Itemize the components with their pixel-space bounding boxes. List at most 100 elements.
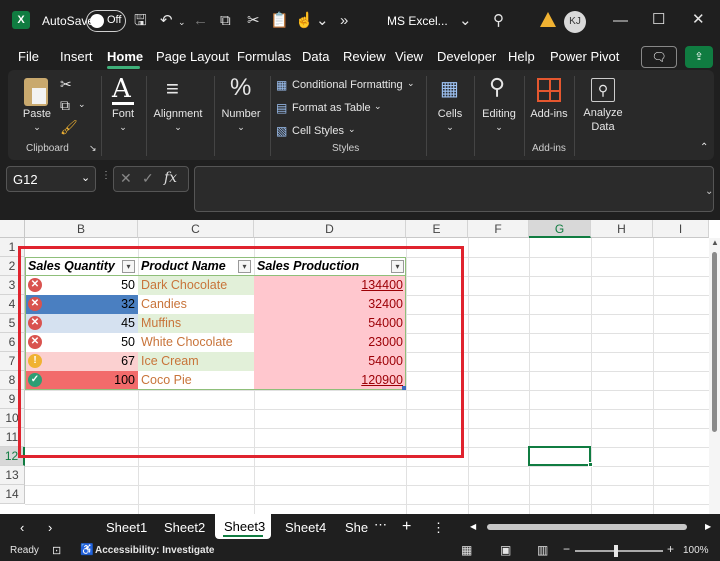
copy-ribbon-icon[interactable]: ⧉ <box>60 97 70 114</box>
addins-button[interactable]: Add-ins <box>528 74 570 136</box>
name-box-dropdown-icon[interactable]: ⌄ <box>81 171 90 184</box>
undo-icon[interactable]: ↶ <box>160 11 173 31</box>
font-icon: A <box>112 74 131 104</box>
copy-dropdown-icon[interactable]: ⌄ <box>78 99 86 110</box>
page-layout-view-icon[interactable]: ▣ <box>500 543 511 557</box>
menu-home[interactable]: Home <box>107 49 143 64</box>
sheet-tab-4[interactable]: Sheet4 <box>285 520 326 535</box>
zoom-out-icon[interactable]: − <box>563 542 570 556</box>
name-box[interactable]: G12 ⌄ <box>6 166 96 192</box>
title-dropdown-icon[interactable]: ⌄ <box>459 11 472 31</box>
zoom-slider-thumb[interactable] <box>614 545 618 557</box>
redo-back-icon[interactable]: ← <box>193 11 208 31</box>
column-header-e[interactable]: E <box>406 220 468 238</box>
qat-dropdown-icon[interactable]: ⌄ <box>316 11 329 31</box>
sheet-tab-1[interactable]: Sheet1 <box>106 520 147 535</box>
cut-ribbon-icon[interactable]: ✂ <box>60 76 72 93</box>
scroll-up-icon[interactable]: ▲ <box>711 238 719 247</box>
menu-review[interactable]: Review <box>343 49 386 64</box>
sheet-tab-2[interactable]: Sheet2 <box>164 520 205 535</box>
share-button[interactable]: ⇪ <box>685 46 713 68</box>
selected-cell-g12[interactable] <box>528 446 591 466</box>
customize-qat-icon[interactable]: » <box>340 11 348 31</box>
comments-button[interactable]: 🗨 <box>641 46 677 68</box>
menu-developer[interactable]: Developer <box>437 49 496 64</box>
worksheet-grid[interactable]: B C D E F G H I 1 2 3 4 5 6 7 8 9 10 11 … <box>0 220 720 514</box>
cut-icon[interactable]: ✂ <box>247 11 260 31</box>
prev-sheet-icon[interactable]: ‹ <box>20 520 24 535</box>
column-header-i[interactable]: I <box>653 220 709 238</box>
column-header-g[interactable]: G <box>529 220 591 238</box>
warning-icon[interactable] <box>540 12 556 27</box>
scroll-left-icon[interactable]: ◀ <box>470 522 476 531</box>
menu-insert[interactable]: Insert <box>60 49 93 64</box>
format-painter-icon[interactable]: 🖌 <box>60 119 78 136</box>
menu-page-layout[interactable]: Page Layout <box>156 49 229 64</box>
insert-function-icon[interactable]: fx <box>164 170 177 186</box>
cancel-entry-icon[interactable]: ✕ <box>120 170 132 187</box>
menu-data[interactable]: Data <box>302 49 329 64</box>
next-sheet-icon[interactable]: › <box>48 520 52 535</box>
paste-button[interactable]: Paste ⌄ <box>18 74 54 136</box>
conditional-formatting-button[interactable]: ▦ Conditional Formatting ⌄ <box>276 78 426 96</box>
touch-mode-icon[interactable]: ☝ <box>295 11 314 31</box>
sheet-tab-5[interactable]: She <box>345 520 368 535</box>
alignment-button[interactable]: ≡ Alignment ⌄ <box>150 74 206 136</box>
font-button[interactable]: A Font ⌄ <box>108 74 138 136</box>
column-header-d[interactable]: D <box>254 220 406 238</box>
maximize-icon[interactable]: ☐ <box>652 10 665 30</box>
clipboard-launcher-icon[interactable]: ↘ <box>89 143 97 154</box>
cell-styles-button[interactable]: ▧ Cell Styles ⌄ <box>276 124 366 142</box>
format-as-table-button[interactable]: ▤ Format as Table ⌄ <box>276 101 396 119</box>
menu-help[interactable]: Help <box>508 49 535 64</box>
formula-input[interactable] <box>194 166 714 212</box>
accessibility-icon[interactable]: ♿ <box>80 543 94 556</box>
page-break-view-icon[interactable]: ▥ <box>537 543 548 557</box>
column-header-h[interactable]: H <box>591 220 653 238</box>
formula-bar-options-icon[interactable]: ⋮ <box>101 170 111 181</box>
separator <box>214 76 215 156</box>
collapse-ribbon-icon[interactable]: ⌃ <box>700 142 708 153</box>
column-header-c[interactable]: C <box>138 220 254 238</box>
menu-power-pivot[interactable]: Power Pivot <box>550 49 619 64</box>
row-header-13[interactable]: 13 <box>0 466 25 485</box>
fill-handle[interactable] <box>588 462 593 467</box>
menu-formulas[interactable]: Formulas <box>237 49 291 64</box>
menu-view[interactable]: View <box>395 49 423 64</box>
scroll-right-icon[interactable]: ▶ <box>705 522 711 531</box>
add-sheet-icon[interactable]: + <box>402 518 411 536</box>
expand-formula-bar-icon[interactable]: ⌄ <box>705 186 713 197</box>
minimize-icon[interactable]: — <box>613 11 628 31</box>
macro-recording-icon[interactable]: ⊡ <box>52 544 61 557</box>
excel-logo-icon: X <box>12 11 30 29</box>
avatar[interactable]: KJ <box>564 11 586 33</box>
vertical-scrollbar[interactable]: ▲ <box>709 238 720 514</box>
zoom-in-icon[interactable]: + <box>667 542 674 556</box>
clipboard-icon[interactable]: 📋 <box>270 11 289 31</box>
number-button[interactable]: % Number ⌄ <box>218 74 264 136</box>
cells-button[interactable]: ▦ Cells ⌄ <box>430 74 470 136</box>
select-all-corner[interactable] <box>0 220 25 238</box>
column-header-b[interactable]: B <box>25 220 138 238</box>
accessibility-status[interactable]: Accessibility: Investigate <box>95 545 215 556</box>
zoom-slider[interactable] <box>575 545 663 557</box>
horizontal-scrollbar-thumb[interactable] <box>487 524 687 530</box>
undo-dropdown-icon[interactable]: ⌄ <box>178 12 186 32</box>
sheet-options-icon[interactable]: ⋮ <box>432 520 445 536</box>
normal-view-icon[interactable]: ▦ <box>461 543 472 557</box>
autosave-toggle[interactable]: Off <box>86 10 126 32</box>
menu-file[interactable]: File <box>18 49 39 64</box>
analyze-data-button[interactable]: ⚲ Analyze Data <box>580 74 626 136</box>
sheet-tab-3-active[interactable]: Sheet3 <box>215 514 271 539</box>
confirm-entry-icon[interactable]: ✓ <box>142 170 154 187</box>
zoom-level[interactable]: 100% <box>683 545 709 556</box>
column-header-f[interactable]: F <box>468 220 529 238</box>
more-sheets-icon[interactable]: ⋯ <box>374 517 387 533</box>
scrollbar-thumb[interactable] <box>712 252 717 432</box>
close-icon[interactable]: ✕ <box>692 10 705 30</box>
save-icon[interactable]: 🖫 <box>134 11 147 31</box>
copy-icon[interactable]: ⧉ <box>220 11 231 31</box>
row-header-14[interactable]: 14 <box>0 485 25 504</box>
search-icon[interactable]: ⚲ <box>493 11 504 31</box>
editing-button[interactable]: ⚲ Editing ⌄ <box>478 74 520 136</box>
